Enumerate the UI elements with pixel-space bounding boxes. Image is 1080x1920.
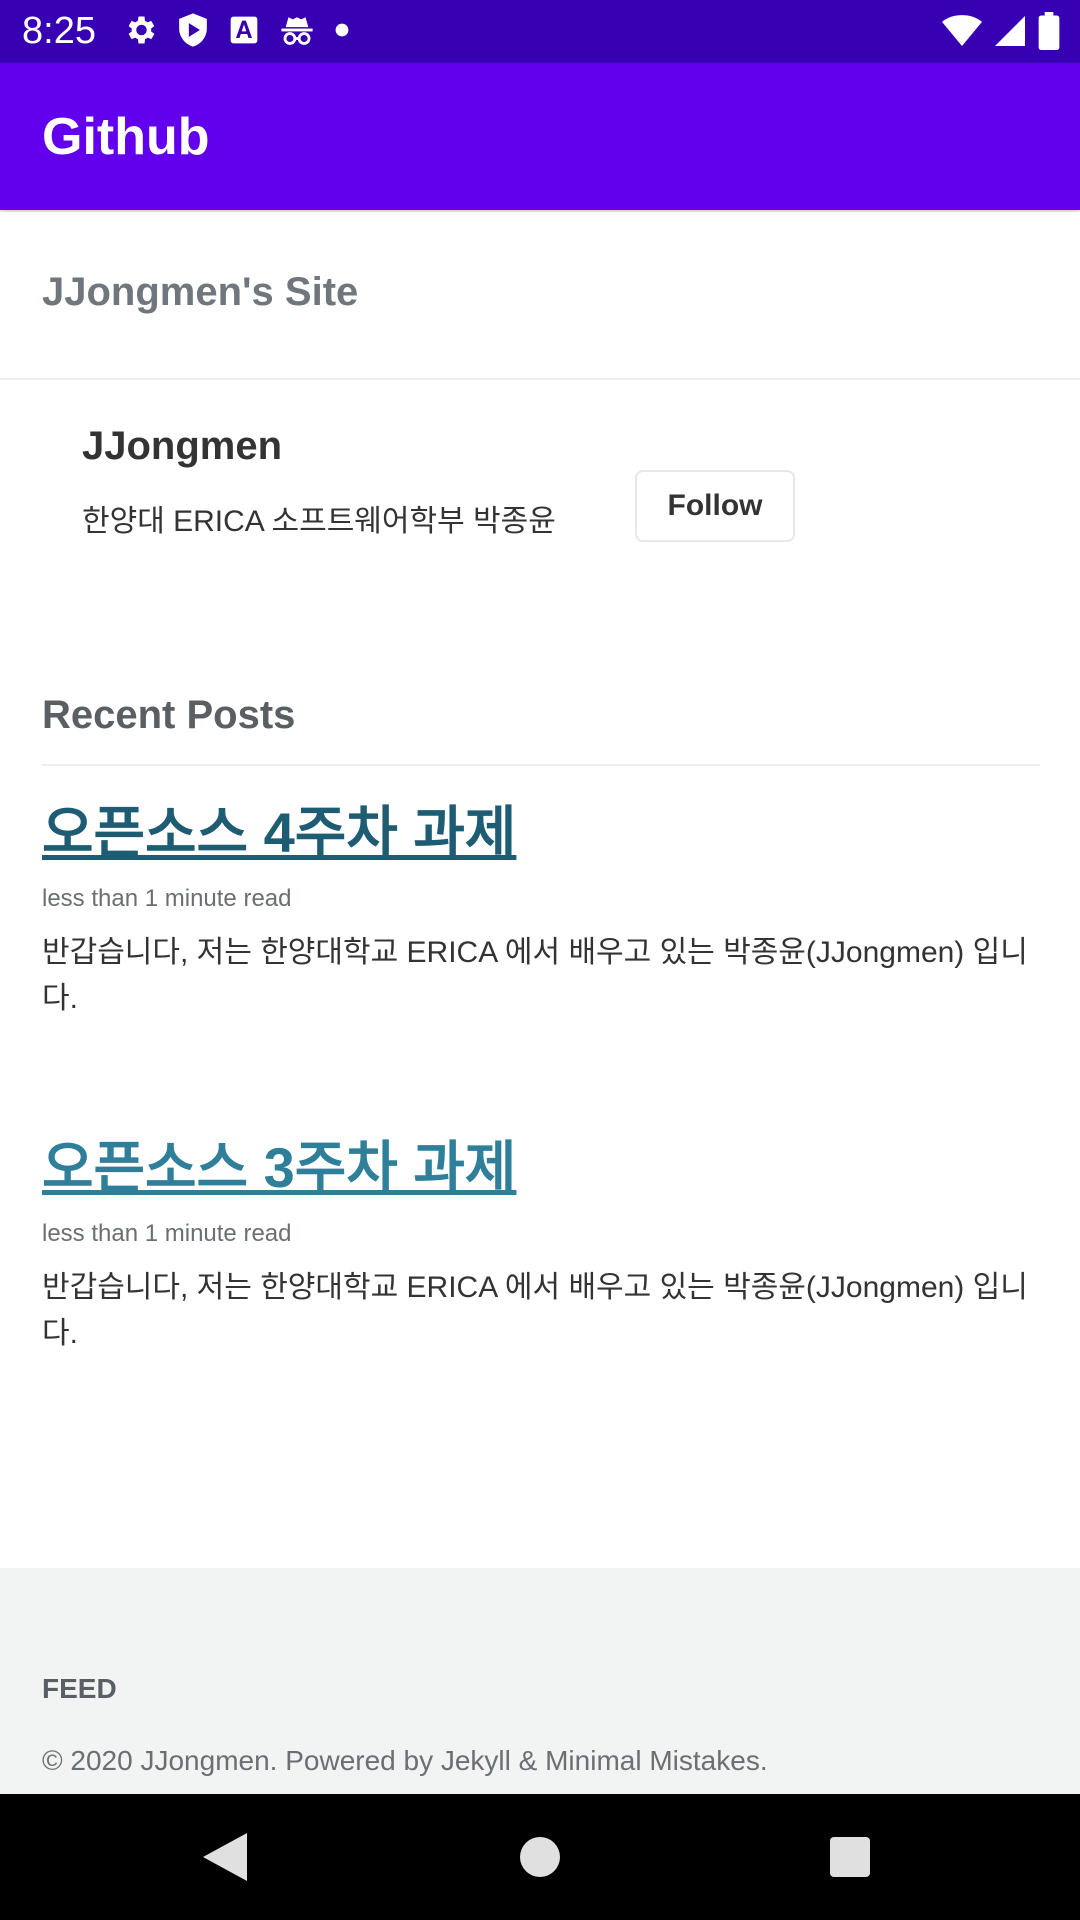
recents-icon <box>830 1837 870 1877</box>
divider <box>42 764 1040 766</box>
copyright-text: © 2020 JJongmen. Powered by Jekyll & Min… <box>42 1745 768 1776</box>
dot-icon <box>335 23 349 37</box>
page-footer: FEED © 2020 JJongmen. Powered by Jekyll … <box>0 1568 1080 1794</box>
text-a-icon <box>230 16 258 44</box>
status-bar: 8:25 <box>0 0 1080 63</box>
post-title-link[interactable]: 오픈소스 3주차 과제 <box>42 1135 516 1201</box>
post-title-link[interactable]: 오픈소스 4주차 과제 <box>42 800 516 866</box>
recent-posts-heading: Recent Posts <box>42 693 296 737</box>
gear-icon <box>128 16 155 44</box>
post-excerpt: 반갑습니다, 저는 한양대학교 ERICA 에서 배우고 있는 박종윤(JJon… <box>42 1271 1028 1350</box>
home-icon <box>520 1837 560 1877</box>
post-read-time: less than 1 minute read <box>42 1220 292 1247</box>
site-title-link[interactable]: JJongmen's Site <box>42 268 358 316</box>
battery-icon <box>1038 12 1060 50</box>
status-icons-right <box>942 12 1060 50</box>
follow-button[interactable]: Follow <box>635 470 795 542</box>
cell-signal-icon <box>995 16 1025 46</box>
status-icons-left <box>122 12 350 48</box>
app-title: Github <box>42 108 210 166</box>
status-time: 8:25 <box>22 10 96 52</box>
recents-button[interactable] <box>810 1794 890 1920</box>
site-masthead: JJongmen's Site <box>0 212 1080 380</box>
author-name: JJongmen <box>82 424 283 468</box>
incognito-icon <box>281 17 313 45</box>
back-button[interactable] <box>185 1794 265 1920</box>
back-icon <box>203 1833 247 1881</box>
feed-link[interactable]: FEED <box>42 1672 117 1706</box>
post-read-time: less than 1 minute read <box>42 885 292 912</box>
author-bio: 한양대 ERICA 소프트웨어학부 박종윤 <box>82 505 556 538</box>
post-excerpt: 반갑습니다, 저는 한양대학교 ERICA 에서 배우고 있는 박종윤(JJon… <box>42 936 1028 1015</box>
system-nav-bar <box>0 1794 1080 1920</box>
shield-play-icon <box>179 13 207 47</box>
app-bar: Github <box>0 63 1080 210</box>
wifi-icon <box>942 15 982 46</box>
home-button[interactable] <box>500 1794 580 1920</box>
